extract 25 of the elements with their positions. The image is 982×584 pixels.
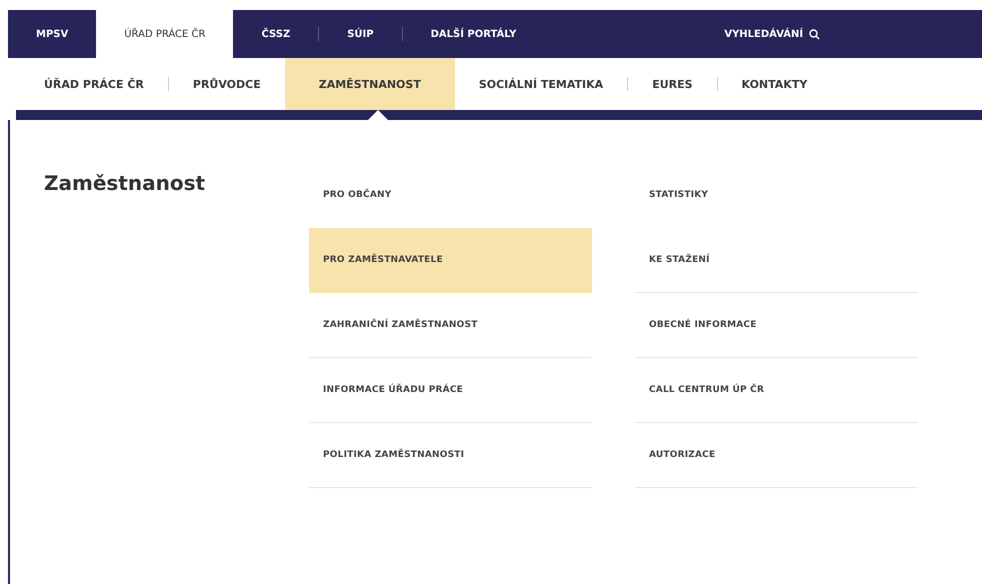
menu-link[interactable]: OBECNÉ INFORMACE	[635, 293, 918, 358]
portal-tab[interactable]: ÚŘAD PRÁCE ČR	[96, 10, 234, 58]
search-link[interactable]: VYHLEDÁVÁNÍ	[724, 10, 820, 58]
menu-link[interactable]: PRO ZAMĚSTNAVATELE	[309, 228, 592, 293]
menu-link[interactable]: PRO OBČANY	[309, 163, 592, 228]
pointer-notch	[368, 110, 388, 120]
menu-link[interactable]: POLITIKA ZAMĚSTNANOSTI	[309, 423, 592, 488]
nav-item[interactable]: ÚŘAD PRÁCE ČR	[8, 58, 168, 110]
menu-link[interactable]: INFORMACE ÚŘADU PRÁCE	[309, 358, 592, 423]
menu-link[interactable]: AUTORIZACE	[635, 423, 918, 488]
portal-tab[interactable]: DALŠÍ PORTÁLY	[402, 10, 544, 58]
menu-link[interactable]: STATISTIKY	[635, 163, 918, 228]
nav-item[interactable]: SOCIÁLNÍ TEMATIKA	[454, 58, 628, 110]
portal-tab[interactable]: MPSV	[8, 10, 96, 58]
portal-tab[interactable]: ČSSZ	[233, 10, 318, 58]
nav-item[interactable]: ZAMĚSTNANOST	[284, 58, 455, 110]
menu-link[interactable]: KE STAŽENÍ	[635, 228, 918, 293]
portal-tab[interactable]: SÚIP	[319, 10, 402, 58]
nav-item[interactable]: KONTAKTY	[718, 58, 832, 110]
menu-heading: Zaměstnanost	[44, 171, 206, 197]
search-icon	[809, 28, 820, 40]
menu-link[interactable]: CALL CENTRUM ÚP ČR	[635, 358, 918, 423]
nav-item[interactable]: EURES	[628, 58, 717, 110]
menu-link[interactable]: ZAHRANIČNÍ ZAMĚSTNANOST	[309, 293, 592, 358]
nav-item[interactable]: PRŮVODCE	[168, 58, 285, 110]
